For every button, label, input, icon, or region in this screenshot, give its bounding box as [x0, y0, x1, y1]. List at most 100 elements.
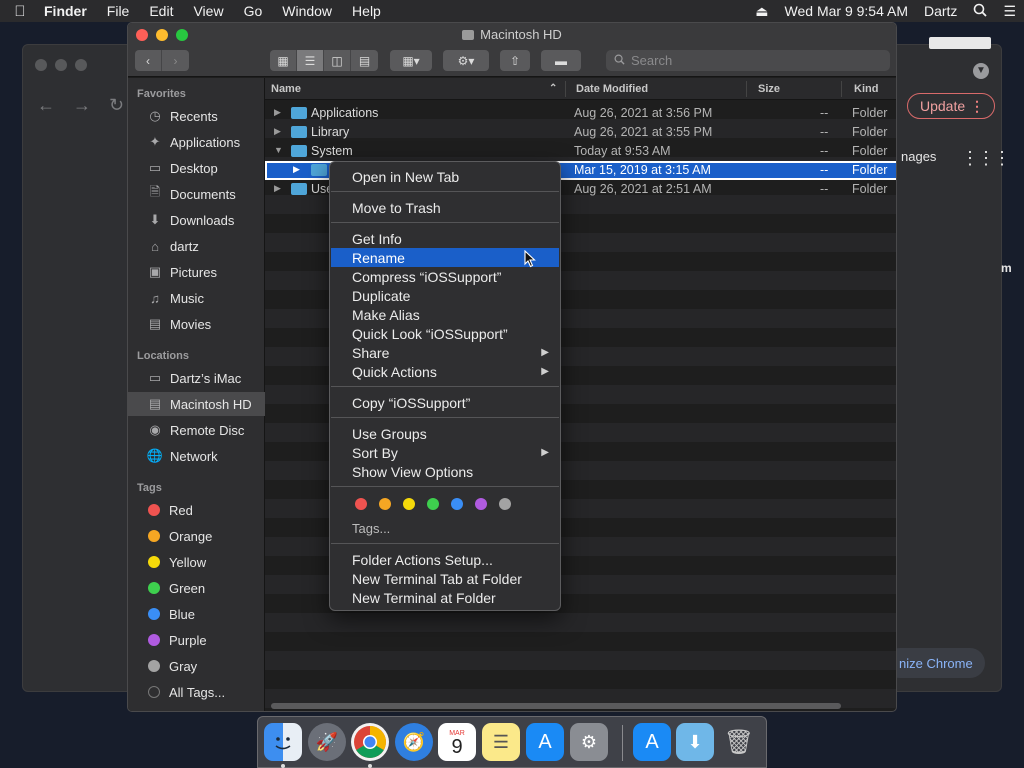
menu-item-get-info[interactable]: Get Info: [331, 229, 559, 248]
menu-item-quick-look[interactable]: Quick Look “iOSSupport”: [331, 324, 559, 343]
tag-green-dot[interactable]: [427, 498, 439, 510]
group-by-button[interactable]: ▦▾: [390, 50, 432, 71]
more-vert-icon[interactable]: ⋮: [970, 98, 984, 115]
menu-item-new-terminal[interactable]: New Terminal at Folder: [331, 588, 559, 607]
tag-red-dot[interactable]: [355, 498, 367, 510]
launchpad-icon[interactable]: 🚀: [308, 723, 346, 761]
downloads-folder-icon[interactable]: ⬇: [676, 723, 714, 761]
sidebar-item-music[interactable]: ♫ Music: [128, 286, 265, 310]
sidebar-tag-purple[interactable]: Purple: [128, 628, 265, 652]
sidebar-item-recents[interactable]: ◷ Recents: [128, 104, 265, 128]
chrome-update-button[interactable]: Update ⋮: [907, 93, 995, 119]
tag-blue-dot[interactable]: [451, 498, 463, 510]
share-icon[interactable]: ⇧: [500, 50, 530, 71]
disclosure-triangle-icon[interactable]: ▶: [274, 183, 281, 194]
safari-icon[interactable]: 🧭: [395, 723, 433, 761]
tag-button[interactable]: ▬: [541, 50, 581, 71]
menu-item-folder-actions[interactable]: Folder Actions Setup...: [331, 550, 559, 569]
calendar-icon[interactable]: MAR 9: [438, 723, 476, 761]
chrome-dock-icon[interactable]: [351, 723, 389, 761]
disclosure-triangle-icon[interactable]: ▶: [274, 107, 281, 118]
sidebar-item-remote-disc[interactable]: ◉ Remote Disc: [128, 418, 265, 442]
sidebar-tag-blue[interactable]: Blue: [128, 602, 265, 626]
column-header-size[interactable]: Size: [758, 83, 780, 95]
trash-icon[interactable]: 🗑: [720, 723, 758, 761]
chrome-images-link[interactable]: nages: [901, 149, 936, 164]
user-menu[interactable]: Dartz: [916, 3, 965, 19]
menu-item-copy[interactable]: Copy “iOSSupport”: [331, 393, 559, 412]
menu-item-open-new-tab[interactable]: Open in New Tab: [331, 167, 559, 186]
eject-icon[interactable]: ⏏: [747, 3, 776, 20]
sidebar-item-macintosh-hd[interactable]: ▤ Macintosh HD: [128, 392, 265, 416]
customize-chrome-button[interactable]: nize Chrome: [885, 648, 985, 678]
sidebar-tag-green[interactable]: Green: [128, 576, 265, 600]
close-icon[interactable]: [35, 59, 47, 71]
search-field[interactable]: [606, 50, 890, 71]
menu-file[interactable]: File: [97, 3, 140, 19]
app-store-folder-icon[interactable]: A: [633, 723, 671, 761]
sidebar-item-home[interactable]: ⌂ dartz: [128, 234, 265, 258]
menu-edit[interactable]: Edit: [139, 3, 183, 19]
sidebar-item-pictures[interactable]: ▣ Pictures: [128, 260, 265, 284]
menu-item-share[interactable]: Share ▶: [331, 343, 559, 362]
forward-arrow-icon[interactable]: →: [73, 95, 91, 116]
sidebar-tag-yellow[interactable]: Yellow: [128, 550, 265, 574]
tag-purple-dot[interactable]: [475, 498, 487, 510]
sidebar-item-downloads[interactable]: ⬇ Downloads: [128, 208, 265, 232]
menu-item-make-alias[interactable]: Make Alias: [331, 305, 559, 324]
tag-yellow-dot[interactable]: [403, 498, 415, 510]
finder-dock-icon[interactable]: [264, 723, 302, 761]
column-header-date[interactable]: Date Modified: [576, 83, 648, 95]
menu-item-duplicate[interactable]: Duplicate: [331, 286, 559, 305]
sidebar-item-network[interactable]: 🌐 Network: [128, 444, 265, 468]
icon-view-button[interactable]: ▦: [270, 50, 297, 71]
sidebar-all-tags[interactable]: All Tags...: [128, 680, 265, 704]
back-button[interactable]: ‹: [135, 50, 162, 71]
spotlight-search-icon[interactable]: [965, 3, 995, 20]
table-row[interactable]: ▼ System Today at 9:53 AM -- Folder: [265, 142, 896, 161]
column-view-button[interactable]: ◫: [324, 50, 351, 71]
clock[interactable]: Wed Mar 9 9:54 AM: [777, 3, 916, 19]
app-store-icon[interactable]: A: [526, 723, 564, 761]
sidebar-tag-orange[interactable]: Orange: [128, 524, 265, 548]
sidebar-item-applications[interactable]: ✦ Applications: [128, 130, 265, 154]
tag-gray-dot[interactable]: [499, 498, 511, 510]
column-header-kind[interactable]: Kind: [854, 83, 878, 95]
disclosure-triangle-expanded-icon[interactable]: ▼: [274, 145, 283, 155]
sidebar-item-movies[interactable]: ▤ Movies: [128, 312, 265, 336]
minimize-icon[interactable]: [55, 59, 67, 71]
menu-finder[interactable]: Finder: [40, 3, 97, 19]
menu-item-use-groups[interactable]: Use Groups: [331, 424, 559, 443]
menu-help[interactable]: Help: [342, 3, 391, 19]
menu-item-tags[interactable]: Tags...: [331, 519, 559, 538]
tab-search-icon[interactable]: ▼: [973, 63, 989, 79]
forward-button[interactable]: ›: [162, 50, 189, 71]
sidebar-item-desktop[interactable]: ▭ Desktop: [128, 156, 265, 180]
apps-grid-icon[interactable]: ⋮⋮⋮: [961, 148, 1011, 169]
sidebar-item-imac[interactable]: ▭ Dartz’s iMac: [128, 366, 265, 390]
tag-orange-dot[interactable]: [379, 498, 391, 510]
search-input[interactable]: [631, 53, 871, 68]
gallery-view-button[interactable]: ▤: [351, 50, 378, 71]
table-row[interactable]: ▶ Applications Aug 26, 2021 at 3:56 PM -…: [265, 104, 896, 123]
sidebar-tag-red[interactable]: Red: [128, 498, 265, 522]
system-preferences-icon[interactable]: ⚙: [570, 723, 608, 761]
action-gear-button[interactable]: ⚙▾: [443, 50, 489, 71]
disclosure-triangle-icon[interactable]: ▶: [274, 126, 281, 137]
column-header-name[interactable]: Name: [271, 83, 301, 95]
disclosure-triangle-icon[interactable]: ▶: [293, 164, 300, 175]
horizontal-scrollbar[interactable]: [271, 703, 841, 709]
menu-window[interactable]: Window: [272, 3, 342, 19]
sidebar-item-documents[interactable]: 🗎 Documents: [128, 182, 265, 206]
menu-item-new-terminal-tab[interactable]: New Terminal Tab at Folder: [331, 569, 559, 588]
sidebar-tag-gray[interactable]: Gray: [128, 654, 265, 678]
back-arrow-icon[interactable]: ←: [37, 95, 55, 116]
table-row[interactable]: ▶ Library Aug 26, 2021 at 3:55 PM -- Fol…: [265, 123, 896, 142]
menu-go[interactable]: Go: [234, 3, 273, 19]
menu-item-quick-actions[interactable]: Quick Actions ▶: [331, 362, 559, 381]
apple-menu-icon[interactable]: : [0, 3, 40, 20]
reload-icon[interactable]: ↻: [109, 95, 124, 116]
menu-item-show-view-options[interactable]: Show View Options: [331, 462, 559, 481]
sort-chevron-up-icon[interactable]: ⌃: [549, 83, 557, 94]
menu-view[interactable]: View: [183, 3, 233, 19]
